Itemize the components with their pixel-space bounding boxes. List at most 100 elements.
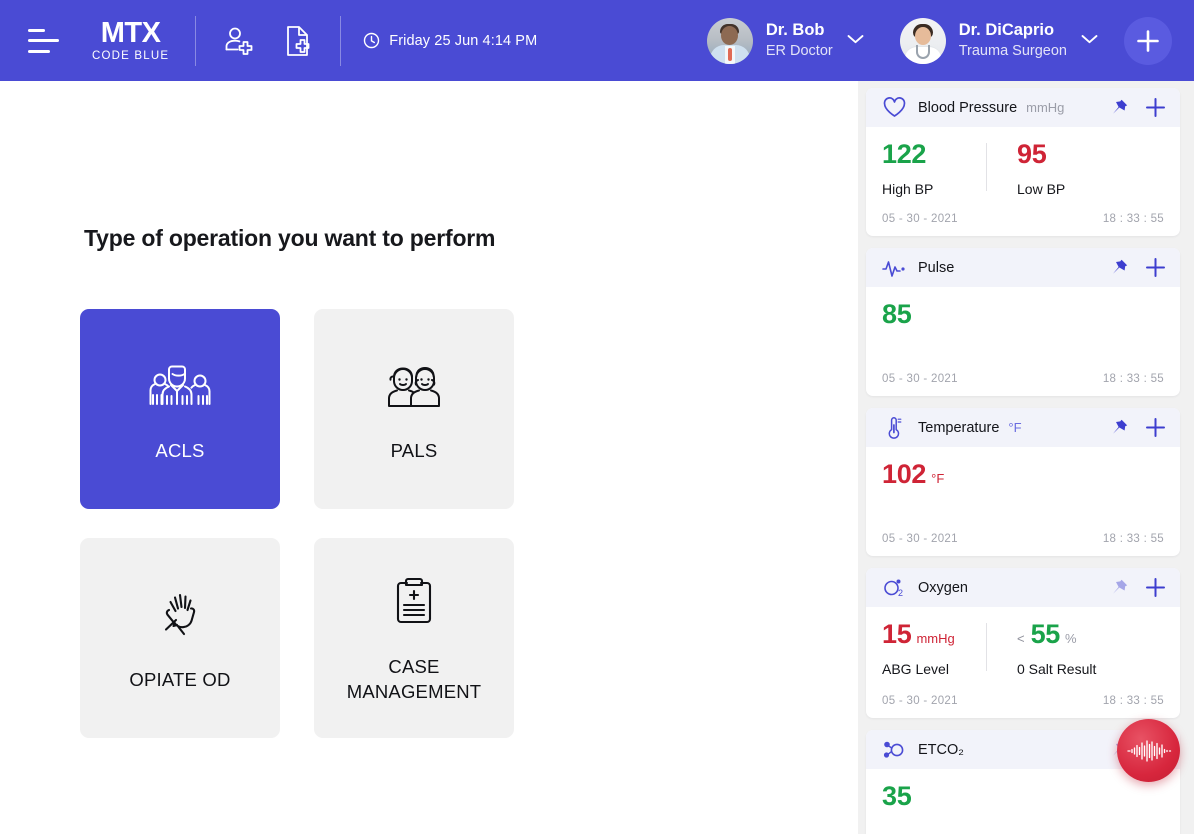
reading-value: 85	[882, 299, 912, 329]
reading-salt-result: < 55 % 0 Salt Result	[987, 619, 1097, 678]
reading-date: 05 - 30 - 2021	[882, 213, 958, 225]
vital-card-header: Pulse	[866, 248, 1180, 287]
logo-main-text: MTX	[100, 16, 161, 49]
vital-unit: °F	[1008, 420, 1022, 435]
reading-pulse: 85	[882, 301, 986, 328]
header-datetime: Friday 25 Jun 4:14 PM	[363, 32, 537, 49]
reading-value: 122	[882, 139, 927, 169]
reading-date: 05 - 30 - 2021	[882, 533, 958, 545]
add-reading-button[interactable]	[1145, 417, 1166, 438]
doctor-name: Dr. DiCaprio	[958, 21, 1055, 40]
add-reading-button[interactable]	[1145, 97, 1166, 118]
reading-low-bp: 95 Low BP	[987, 139, 1091, 198]
hamburger-line-2	[28, 39, 59, 42]
add-document-icon	[287, 25, 310, 56]
vital-title: Oxygen	[918, 579, 968, 596]
app-logo[interactable]: MTX CODE BLUE	[92, 16, 170, 63]
main-content-area: Type of operation you want to perform AC…	[0, 81, 858, 834]
vital-title: Blood Pressure	[918, 99, 1018, 116]
reading-unit: %	[1065, 631, 1077, 646]
audio-waveform-icon	[1126, 739, 1171, 762]
add-new-button[interactable]	[1124, 16, 1172, 65]
vitals-panel[interactable]: Blood Pressure mmHg 122 High BP 95 Low B…	[858, 81, 1194, 834]
hamburger-menu-icon[interactable]	[28, 28, 60, 53]
reading-prefix: <	[1017, 631, 1025, 646]
operation-type-grid: ACLS PALS OPIATE OD CASE MANAGEMENT	[80, 309, 520, 738]
operation-card-acls[interactable]: ACLS	[80, 309, 280, 509]
pin-icon[interactable]	[1110, 258, 1129, 277]
reading-time: 18 : 33 : 55	[1102, 213, 1164, 225]
operation-card-case-management[interactable]: CASE MANAGEMENT	[314, 538, 514, 738]
reading-high-bp: 122 High BP	[882, 139, 986, 198]
reading-unit: °F	[931, 471, 945, 486]
vital-title: Pulse	[918, 259, 955, 276]
group-adults-icon	[149, 355, 211, 417]
chevron-down-icon[interactable]	[847, 32, 864, 50]
doctor-profile-dicaprio[interactable]: Dr. DiCaprio Trauma Surgeon	[899, 17, 1098, 64]
logo-sub-text: CODE BLUE	[92, 49, 170, 62]
hamburger-line-3	[28, 49, 50, 53]
vital-card-footer: 05 - 30 - 2021 18 : 33 : 55	[866, 213, 1180, 236]
doctor-profile-bob[interactable]: Dr. Bob ER Doctor	[706, 17, 864, 64]
doctor-name: Dr. Bob	[765, 21, 825, 40]
vital-card-header: Temperature °F	[866, 408, 1180, 447]
pulse-icon	[882, 259, 906, 277]
reading-label: ABG Level	[882, 661, 949, 677]
reading-unit: mmHg	[916, 631, 955, 646]
page-title: Type of operation you want to perform	[84, 225, 496, 251]
vital-card-body: 15 mmHg ABG Level < 55 % 0 Salt Result	[866, 607, 1180, 695]
svg-text:2: 2	[898, 588, 903, 598]
vital-card-body: 102 °F	[866, 447, 1180, 533]
reading-time: 18 : 33 : 55	[1102, 695, 1164, 707]
oxygen-o2-icon: 2	[882, 577, 906, 599]
vital-card-oxygen[interactable]: 2 Oxygen 15 mmHg ABG Level < 55 % 0 Salt…	[866, 568, 1180, 718]
operation-label: ACLS	[155, 439, 205, 461]
vital-card-body: 35	[866, 769, 1180, 834]
add-reading-button[interactable]	[1145, 257, 1166, 278]
doctor-role: ER Doctor	[765, 42, 833, 59]
reading-value: 102	[882, 459, 927, 489]
operation-label: OPIATE OD	[129, 668, 231, 690]
reading-time: 18 : 33 : 55	[1102, 533, 1164, 545]
doctor-switcher-group: Dr. Bob ER Doctor Dr. DiCaprio Trauma Su…	[706, 0, 1194, 81]
reading-temperature: 102 °F	[882, 461, 986, 488]
operation-label: PALS	[390, 439, 438, 461]
reading-value: 95	[1017, 139, 1047, 169]
hand-overdose-icon	[154, 584, 206, 646]
pin-icon[interactable]	[1110, 98, 1129, 117]
add-document-button[interactable]	[282, 24, 314, 58]
plus-icon	[1137, 29, 1159, 52]
vital-card-header: 2 Oxygen	[866, 568, 1180, 607]
heart-icon	[882, 97, 906, 118]
reading-value: 55	[1030, 619, 1061, 649]
add-patient-button[interactable]	[222, 24, 256, 58]
voice-input-button[interactable]	[1117, 719, 1180, 782]
reading-label: High BP	[882, 181, 934, 197]
reading-date: 05 - 30 - 2021	[882, 373, 958, 385]
vital-card-pulse[interactable]: Pulse 85 05 - 30 - 2021 18: 33: 55	[866, 248, 1180, 396]
vital-card-blood-pressure[interactable]: Blood Pressure mmHg 122 High BP 95 Low B…	[866, 88, 1180, 236]
reading-label: 0 Salt Result	[1017, 661, 1097, 677]
thermometer-icon	[882, 416, 906, 439]
operation-card-opiate-od[interactable]: OPIATE OD	[80, 538, 280, 738]
vital-card-temperature[interactable]: Temperature °F 102 °F 05 - 30 - 2021 18 …	[866, 408, 1180, 556]
vital-card-footer: 05 - 30 - 2021 18 : 33 : 55	[866, 373, 1180, 396]
add-reading-button[interactable]	[1145, 577, 1166, 598]
vital-card-body: 85	[866, 287, 1180, 373]
header-divider-2	[340, 15, 342, 66]
datetime-text: Friday 25 Jun 4:14 PM	[389, 32, 538, 49]
chevron-down-icon[interactable]	[1081, 32, 1098, 50]
reading-time: 18 : 33 : 55	[1102, 373, 1164, 385]
operation-card-pals[interactable]: PALS	[314, 309, 514, 509]
reading-label: Low BP	[1017, 181, 1066, 197]
reading-value: 35	[882, 781, 912, 811]
vital-card-footer: 05 - 30 - 2021 18 : 33 : 55	[866, 533, 1180, 556]
doctor-role: Trauma Surgeon	[958, 42, 1067, 59]
clock-icon	[364, 32, 380, 49]
pin-icon[interactable]	[1110, 418, 1129, 437]
avatar-doctor-dicaprio	[899, 17, 946, 64]
pin-icon[interactable]	[1110, 578, 1129, 597]
add-patient-icon	[225, 27, 253, 55]
avatar-doctor-bob	[706, 17, 753, 64]
vital-title: Temperature	[918, 419, 1000, 436]
